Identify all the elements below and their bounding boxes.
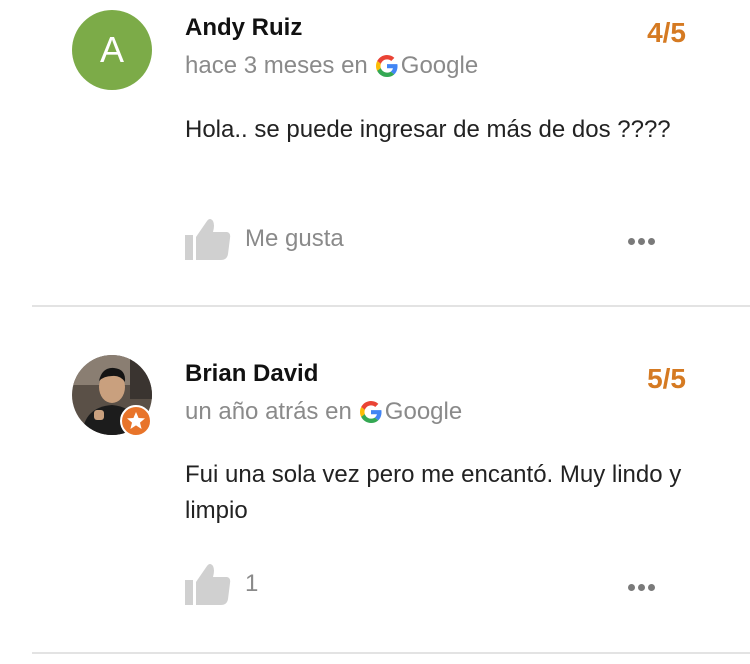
thumbs-up-icon — [185, 564, 231, 605]
more-options-icon[interactable] — [628, 584, 655, 591]
review-source: Google — [384, 398, 463, 425]
local-guide-badge-icon — [120, 405, 152, 437]
reviewer-name[interactable]: Brian David — [185, 360, 318, 388]
google-icon — [359, 401, 382, 423]
review-meta: hace 3 meses en Google — [185, 52, 478, 80]
rating-score: 5/5 — [647, 363, 686, 394]
review-time: un año atrás en — [185, 398, 352, 425]
review-source: Google — [400, 52, 479, 79]
like-button[interactable]: 1 — [185, 563, 258, 605]
review-text: Hola.. se puede ingresar de más de dos ?… — [185, 116, 671, 143]
thumbs-up-icon — [185, 219, 231, 260]
review-meta: un año atrás en Google — [185, 398, 462, 426]
reviewer-name[interactable]: Andy Ruiz — [185, 14, 302, 42]
like-button[interactable]: Me gusta — [185, 218, 344, 260]
avatar-letter: A — [72, 10, 152, 90]
like-label: Me gusta — [245, 225, 344, 252]
divider — [32, 652, 750, 654]
review-time: hace 3 meses en — [185, 52, 368, 79]
avatar[interactable]: A — [72, 10, 152, 90]
avatar[interactable] — [72, 355, 152, 437]
rating-score: 4/5 — [647, 17, 686, 48]
google-icon — [375, 55, 398, 77]
more-options-icon[interactable] — [628, 238, 655, 245]
review-text: Fui una sola vez pero me encantó. Muy li… — [185, 461, 682, 524]
divider — [32, 305, 750, 307]
like-count: 1 — [245, 570, 259, 597]
